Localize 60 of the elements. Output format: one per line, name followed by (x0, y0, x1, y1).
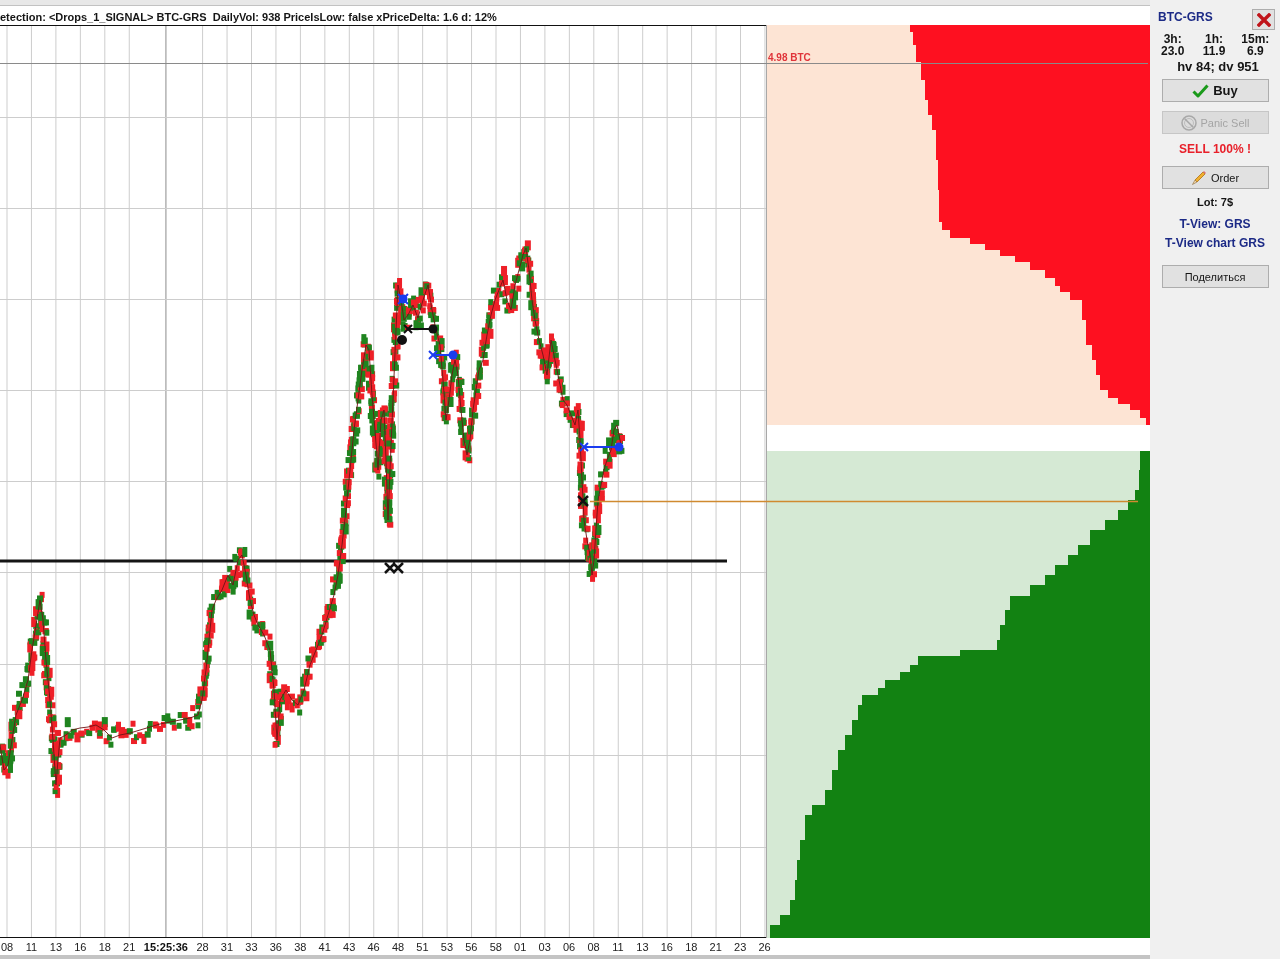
time-axis-label: 23 (734, 940, 747, 953)
window-title: etection: <Drops_1_SIGNAL> BTC-GRS DailyVol: 938 PriceIsLow: false xPriceDelta: 1.6 d: 12% (0, 10, 497, 23)
arrow-marker-icon (428, 350, 458, 360)
time-axis-label: 21 (709, 940, 722, 953)
time-axis-label: 36 (269, 940, 282, 953)
time-axis-label: 28 (196, 940, 209, 953)
dot-marker-icon (397, 293, 409, 305)
time-axis-label: 31 (220, 940, 234, 953)
cross-marker-icon (383, 561, 405, 575)
volume-summary: hv 84; dv 951 (1176, 60, 1259, 74)
stat-value: 11.9 (1202, 45, 1226, 57)
time-axis-label: 21 (123, 940, 136, 953)
time-axis-label: 15:25:36 (143, 940, 188, 953)
time-axis-label: 01 (514, 940, 527, 953)
stat-label: 3h: (1163, 33, 1182, 45)
arrow-marker-icon (579, 442, 624, 452)
time-axis-label: 11 (25, 940, 38, 953)
cross-marker-icon (576, 494, 590, 508)
time-axis-label: 56 (465, 940, 478, 953)
stat-label: 1h: (1205, 33, 1223, 45)
time-axis-label: 16 (74, 940, 87, 953)
time-axis-label: 48 (391, 940, 405, 953)
stat-label: 15m: (1241, 33, 1270, 45)
tradingview-link[interactable]: T-View: GRS (1179, 218, 1251, 231)
time-axis-label: 26 (758, 940, 771, 953)
time-axis-label: 13 (636, 940, 649, 953)
arrow-marker-icon (403, 324, 438, 334)
lot-size: Lot: 7$ (1196, 196, 1234, 208)
time-axis-label: 13 (49, 940, 63, 953)
time-axis-label: 08 (587, 940, 600, 953)
time-axis-label: 33 (245, 940, 258, 953)
time-axis-label: 06 (563, 940, 576, 953)
time-axis-label: 53 (440, 940, 454, 953)
time-axis-label: 18 (685, 940, 698, 953)
dot-marker-icon (397, 335, 407, 345)
time-axis-label: 38 (294, 940, 307, 953)
check-icon (1192, 83, 1210, 98)
sell-warning-text: SELL 100% ! (1179, 143, 1251, 156)
time-axis-label: 51 (416, 940, 429, 953)
pencil-icon (1190, 169, 1207, 186)
close-button[interactable] (1252, 9, 1275, 30)
tradingview-link[interactable]: T-View chart GRS (1165, 237, 1265, 250)
time-axis-label: 43 (343, 940, 356, 953)
prohibited-icon (1180, 114, 1197, 131)
time-axis-label: 08 (0, 940, 14, 953)
pair-title: BTC-GRS (1158, 10, 1213, 24)
time-axis-label: 41 (318, 940, 331, 953)
stat-value: 6.9 (1246, 45, 1264, 57)
share-button[interactable]: Поделиться (1161, 265, 1269, 288)
stat-value: 23.0 (1161, 45, 1185, 57)
order-button[interactable]: Order (1161, 166, 1269, 189)
time-axis-label: 11 (612, 940, 624, 953)
buy-button[interactable]: Buy (1161, 79, 1269, 102)
time-axis-label: 18 (98, 940, 111, 953)
time-axis-label: 03 (538, 940, 551, 953)
price-level-label: 4.98 BTC (768, 51, 811, 63)
time-axis-label: 58 (489, 940, 502, 953)
time-axis-label: 46 (367, 940, 380, 953)
close-icon (1256, 12, 1271, 27)
time-axis-label: 16 (660, 940, 673, 953)
